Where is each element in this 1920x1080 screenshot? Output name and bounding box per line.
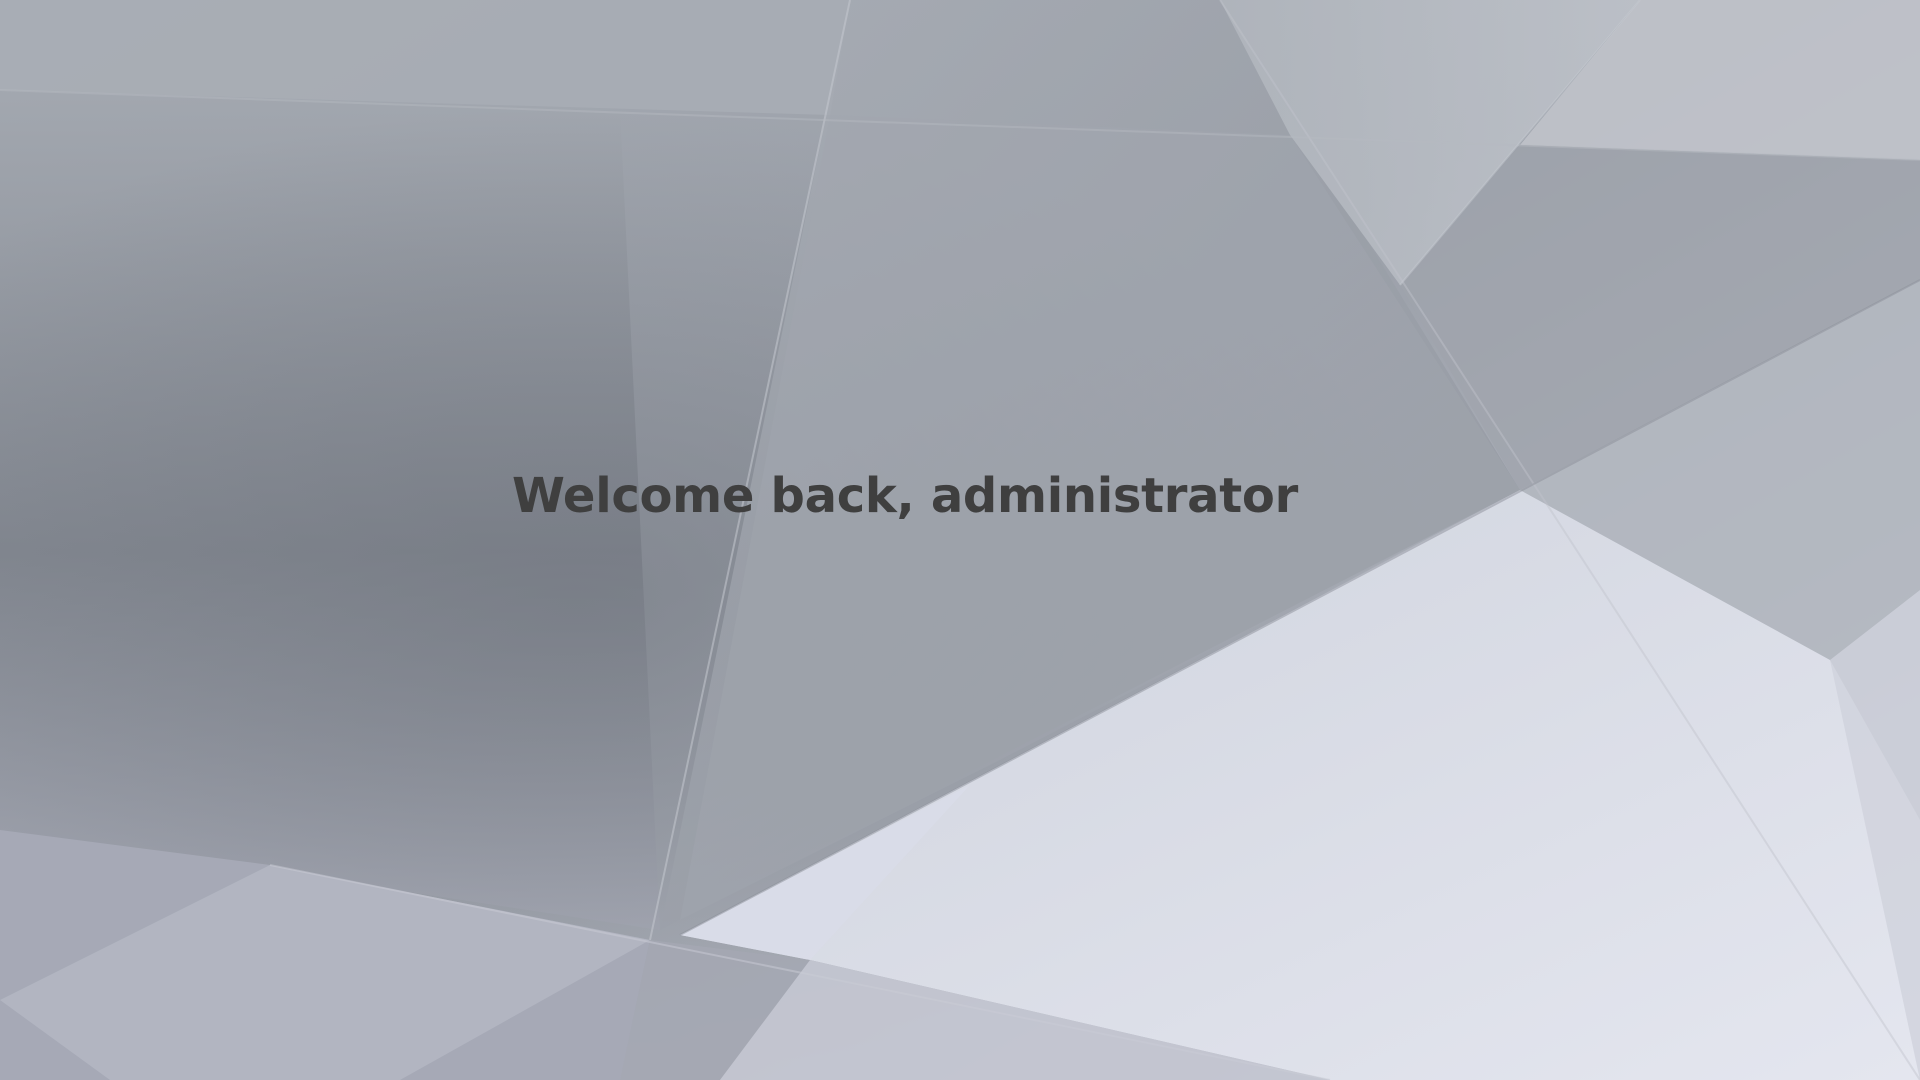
background-wallpaper bbox=[0, 0, 1920, 1080]
welcome-message: Welcome back, administrator bbox=[512, 468, 1298, 524]
